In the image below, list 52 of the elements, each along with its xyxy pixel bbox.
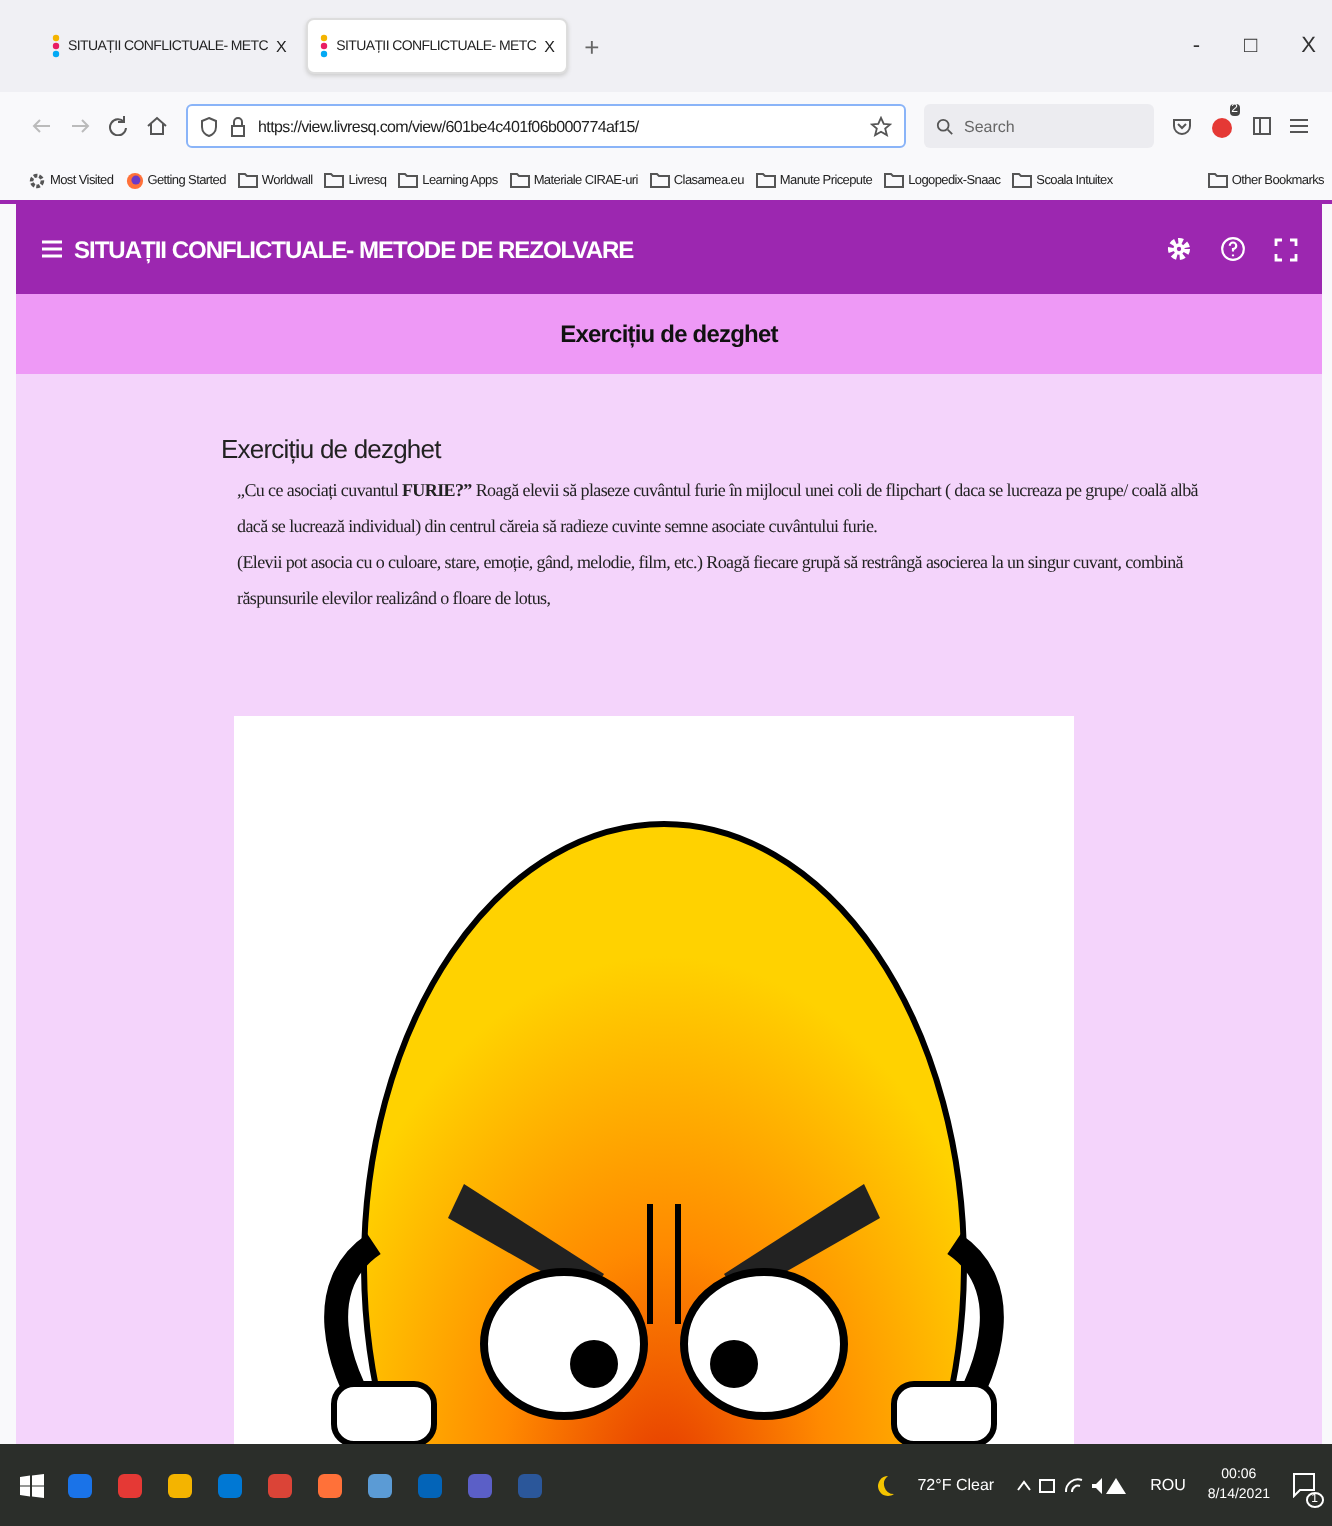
folder-icon <box>649 172 670 188</box>
tab-close-button[interactable]: X <box>544 37 555 55</box>
moon-icon <box>875 1473 896 1497</box>
new-tab-button[interactable]: + <box>584 31 600 61</box>
exercise-heading: Exercițiu de dezghet <box>221 434 444 464</box>
app-icon[interactable] <box>366 1471 394 1499</box>
search-icon <box>936 117 954 135</box>
shield-icon <box>200 115 218 137</box>
page-favicon-icon <box>52 34 60 58</box>
search-field[interactable]: Search <box>924 104 1154 148</box>
app-icon[interactable] <box>116 1471 144 1499</box>
exercise-paragraph: (Elevii pot asocia cu o culoare, stare, emoție, gând, melodie, film, etc.) Roagă fiecare grupă să restrângă asocierea la un singur cuvant, combină răspunsurile elevilor realizând o floare de lotus, <box>237 550 1185 612</box>
bookmark-star-icon[interactable] <box>870 115 892 137</box>
window-control-button[interactable]: □ <box>1244 34 1258 58</box>
extension-icon[interactable] <box>1210 112 1234 140</box>
reload-icon[interactable] <box>108 116 128 136</box>
folder-icon <box>884 172 905 188</box>
tab-close-button[interactable]: X <box>276 37 287 55</box>
browser-logo-icon <box>125 171 144 189</box>
window-control-button[interactable]: - <box>1192 34 1200 58</box>
settings-icon[interactable] <box>1166 236 1192 262</box>
tray-icons-drawing[interactable] <box>1016 1475 1129 1495</box>
page-favicon-icon <box>320 34 329 58</box>
app-icon[interactable] <box>216 1471 244 1499</box>
weather-text: 72°F Clear <box>917 1476 995 1494</box>
folder-icon <box>755 172 776 188</box>
fullscreen-icon[interactable] <box>1274 237 1298 261</box>
language-indicator[interactable]: ROU <box>1150 1476 1186 1494</box>
lock-icon <box>230 115 246 137</box>
folder-icon <box>398 172 419 188</box>
window-control-button[interactable]: X <box>1301 34 1316 58</box>
home-icon[interactable] <box>146 116 168 136</box>
course-title: SITUAȚII CONFLICTUALE- METODE DE REZOLVARE <box>74 235 634 263</box>
section-title: Exercițiu de dezghet <box>560 320 778 348</box>
notification-icon[interactable] <box>1292 1472 1316 1498</box>
windows-start-icon[interactable] <box>20 1473 44 1497</box>
pocket-icon[interactable] <box>1172 116 1192 136</box>
folder-icon <box>237 172 258 188</box>
app-icon[interactable] <box>66 1471 94 1499</box>
folder-icon <box>1207 172 1228 188</box>
folder-icon <box>1012 172 1033 188</box>
help-icon[interactable] <box>1220 236 1246 262</box>
menu-icon[interactable] <box>1290 118 1308 134</box>
gear-icon <box>28 171 46 189</box>
app-icon[interactable] <box>316 1471 344 1499</box>
address-bar[interactable]: https://view.livresq.com/view/601be4c401f06b000774af15/ <box>186 104 906 148</box>
folder-icon <box>324 172 345 188</box>
folder-icon <box>509 172 530 188</box>
sidebar-icon[interactable] <box>1252 116 1272 136</box>
app-icon[interactable] <box>166 1471 194 1499</box>
exercise-paragraph: „Cu ce asociați cuvantul FURIE?” Roagă elevii să plaseze cuvântul furie în mijlocul unei coli de flipchart ( daca se lucreaza pe grupe/ coală albă dacă se lucrează individual) din centrul căreia să radieze cuvinte semne asociate cuvântului furie. <box>237 478 1200 540</box>
app-icon[interactable] <box>266 1471 294 1499</box>
